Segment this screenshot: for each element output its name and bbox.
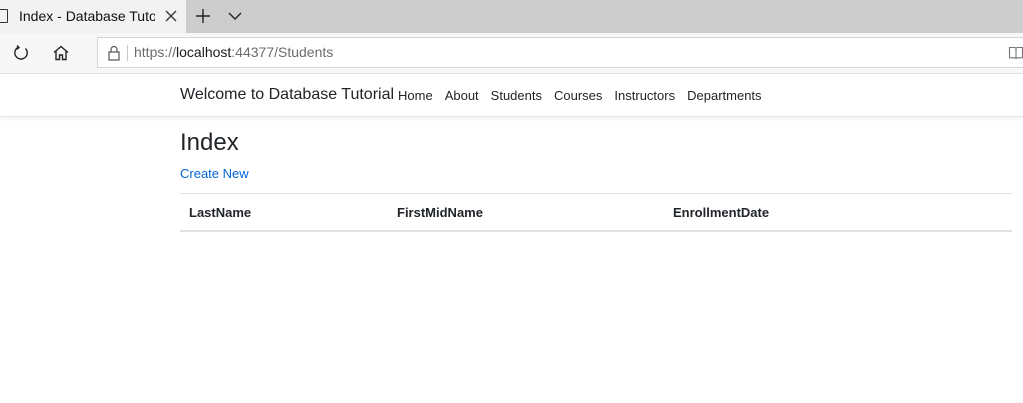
- tab-title: Index - Database Tutori: [19, 8, 155, 24]
- address-bar[interactable]: https://localhost:44377/Students: [97, 37, 1023, 68]
- home-icon[interactable]: [52, 44, 70, 62]
- nav-home[interactable]: Home: [392, 88, 439, 103]
- column-header-lastname: LastName: [180, 193, 388, 232]
- column-header-enrollmentdate: EnrollmentDate: [664, 193, 1012, 232]
- page-icon: [0, 9, 8, 23]
- close-icon[interactable]: [164, 9, 178, 23]
- students-table: LastName FirstMidName EnrollmentDate: [180, 193, 1012, 232]
- site-brand[interactable]: Welcome to Database Tutorial: [180, 86, 394, 104]
- browser-toolbar: https://localhost:44377/Students: [0, 33, 1023, 74]
- refresh-icon[interactable]: [12, 44, 30, 62]
- lock-icon[interactable]: [107, 45, 121, 61]
- column-header-firstmidname: FirstMidName: [388, 193, 664, 232]
- table-header-row: LastName FirstMidName EnrollmentDate: [180, 193, 1012, 232]
- nav-instructors[interactable]: Instructors: [608, 88, 681, 103]
- chevron-down-icon[interactable]: [228, 10, 242, 22]
- plus-icon[interactable]: [195, 8, 211, 24]
- url-text[interactable]: https://localhost:44377/Students: [134, 44, 333, 60]
- reading-view-icon[interactable]: [1008, 45, 1023, 61]
- browser-tabstrip: Index - Database Tutori: [0, 0, 1023, 33]
- nav-about[interactable]: About: [439, 88, 485, 103]
- nav-courses[interactable]: Courses: [548, 88, 608, 103]
- nav-students[interactable]: Students: [485, 88, 548, 103]
- nav-departments[interactable]: Departments: [681, 88, 767, 103]
- browser-tab-active[interactable]: Index - Database Tutori: [0, 0, 186, 33]
- address-separator: [127, 45, 128, 61]
- site-header: Welcome to Database Tutorial Home About …: [0, 74, 1023, 117]
- page-title: Index: [180, 129, 239, 156]
- create-new-link[interactable]: Create New: [180, 166, 249, 181]
- site-nav: Home About Students Courses Instructors …: [392, 88, 768, 103]
